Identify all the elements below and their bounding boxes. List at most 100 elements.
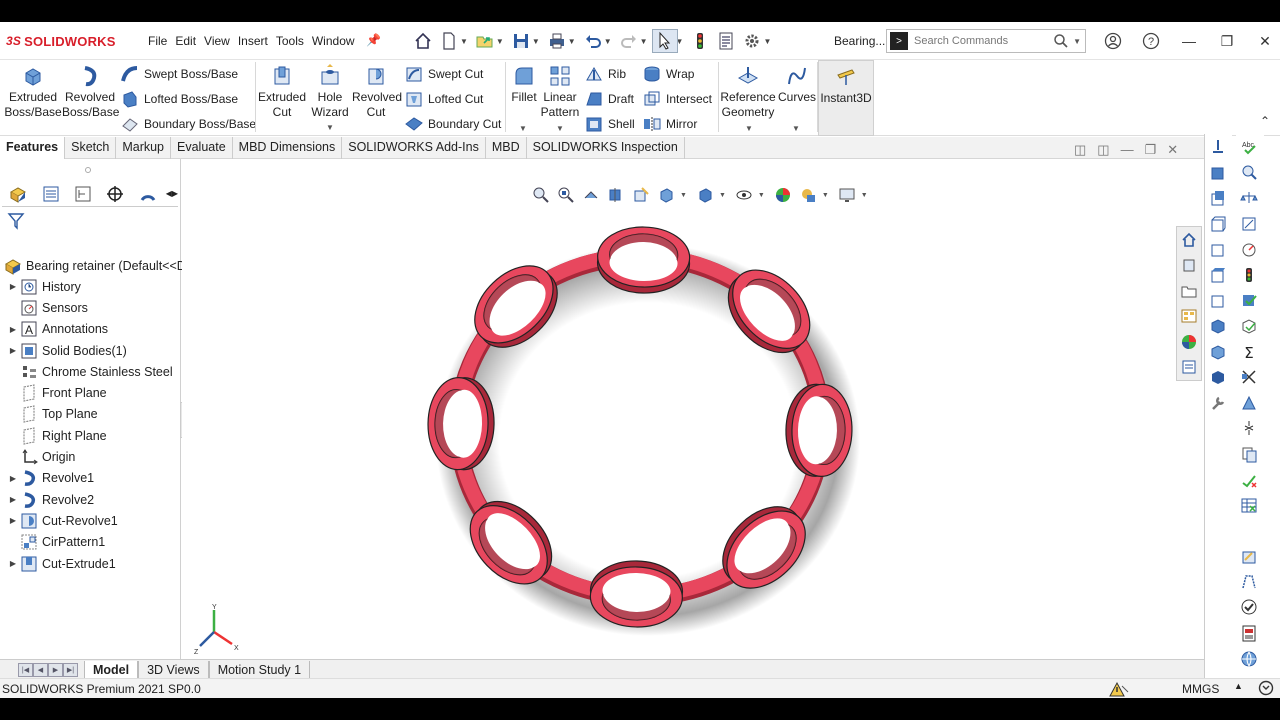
draft-button[interactable]: Draft (584, 89, 634, 109)
thickness-icon[interactable] (1236, 416, 1262, 442)
status-help-icon[interactable] (1258, 680, 1274, 696)
tree-item-history[interactable]: ▶ History (0, 276, 181, 297)
chevron-down-icon[interactable]: ▼ (519, 124, 527, 133)
tree-item-solid-bodies-1[interactable]: ▶ Solid Bodies(1) (0, 340, 181, 361)
file-explorer-icon[interactable] (1177, 278, 1201, 304)
tree-item-revolve2[interactable]: ▶ Revolve2 (0, 489, 181, 510)
linear-pattern-button[interactable]: Linear Pattern (540, 64, 580, 120)
sensor-icon[interactable] (1236, 236, 1262, 262)
hide-show-items-icon[interactable] (733, 185, 755, 205)
revolved-boss-base-button[interactable]: Revolved Boss/Base (62, 64, 119, 120)
zoom-to-fit-icon[interactable] (530, 185, 552, 205)
instant3d-button[interactable]: Instant3D (818, 60, 874, 136)
property-manager-tab-icon[interactable] (34, 182, 66, 206)
tree-item-cut-extrude1[interactable]: ▶ Cut-Extrude1 (0, 553, 181, 574)
custom-properties-icon[interactable] (1177, 355, 1201, 381)
search-commands-box[interactable]: > Search Commands ▼ (886, 29, 1086, 53)
tile-left-icon[interactable]: ◫ (1074, 142, 1086, 158)
tab-mbd-dimensions[interactable]: MBD Dimensions (233, 137, 343, 159)
import-diagnostics-icon[interactable] (1236, 544, 1262, 570)
view-left-icon[interactable] (1205, 211, 1231, 237)
view-top-icon[interactable] (1205, 262, 1231, 288)
tree-item-cirpattern1[interactable]: CirPattern1 (0, 532, 181, 553)
expand-arrow-icon[interactable]: ▶ (6, 346, 20, 355)
tree-item-chrome-stainless-steel[interactable]: Chrome Stainless Steel (0, 361, 181, 382)
section-properties-icon[interactable] (1236, 211, 1262, 237)
chevron-down-icon[interactable]: ▼ (758, 192, 765, 199)
swept-boss-base-button[interactable]: Swept Boss/Base (120, 64, 238, 84)
tree-root-item[interactable]: Bearing retainer (Default<<D (0, 255, 186, 276)
reference-geometry-button[interactable]: Reference Geometry (720, 64, 776, 120)
tree-item-right-plane[interactable]: Right Plane (0, 425, 181, 446)
menu-edit[interactable]: Edit (171, 34, 200, 48)
tab-motion-study-1[interactable]: Motion Study 1 (208, 660, 311, 679)
last-tab-icon[interactable]: ▶| (63, 662, 78, 677)
expand-arrow-icon[interactable]: ▶ (6, 559, 20, 568)
dimxpert-manager-tab-icon[interactable] (99, 182, 131, 206)
open-icon[interactable] (472, 29, 498, 53)
chevron-down-icon[interactable]: ▼ (680, 192, 687, 199)
view-settings-icon[interactable] (836, 185, 858, 205)
tab-features[interactable]: Features (0, 137, 66, 159)
redo-icon[interactable] (616, 29, 642, 53)
sketch-plane-icon[interactable] (1205, 134, 1231, 160)
solidworks-3dexperience-icon[interactable] (1236, 620, 1262, 646)
deviation-icon[interactable] (1236, 569, 1262, 595)
bearing-retainer-model[interactable] (420, 222, 860, 642)
solidworks-resources-icon[interactable] (1177, 227, 1201, 253)
mirror-button[interactable]: Mirror (642, 114, 697, 134)
collapse-ribbon-icon[interactable]: ⌃ (1260, 114, 1270, 128)
chevron-down-icon[interactable]: ▼ (556, 124, 564, 133)
rib-button[interactable]: Rib (584, 64, 626, 84)
search-icon[interactable] (1053, 33, 1069, 49)
expand-arrow-icon[interactable]: ▶ (6, 282, 20, 291)
fillet-button[interactable]: Fillet (508, 64, 540, 105)
extruded-boss-base-button[interactable]: Extruded Boss/Base (4, 64, 62, 120)
view-dimetric-icon[interactable] (1205, 364, 1231, 390)
view-front-icon[interactable] (1205, 160, 1231, 186)
geometry-analysis-icon[interactable] (1236, 313, 1262, 339)
panel-tabs-scroll-icon[interactable]: ◀▶ (166, 189, 178, 198)
units-selector[interactable]: MMGS (1182, 682, 1219, 696)
tree-item-revolve1[interactable]: ▶ Revolve1 (0, 468, 181, 489)
mass-properties-icon[interactable] (1236, 185, 1262, 211)
wrench-icon[interactable] (1205, 390, 1231, 416)
swept-cut-button[interactable]: Swept Cut (404, 64, 483, 84)
first-tab-icon[interactable]: |◀ (18, 662, 33, 677)
search-input[interactable]: Search Commands (914, 35, 1053, 47)
select-cursor-icon[interactable] (651, 29, 678, 53)
copy-settings-icon[interactable] (1236, 441, 1262, 467)
spelling-icon[interactable]: Abc (1236, 134, 1262, 160)
chevron-up-icon[interactable]: ▲ (1234, 681, 1243, 691)
globe-icon[interactable] (1236, 646, 1262, 672)
doc-minimize-button[interactable]: — (1121, 142, 1134, 158)
tab-model[interactable]: Model (84, 660, 139, 679)
undo-icon[interactable] (580, 29, 606, 53)
print-icon[interactable] (544, 29, 570, 53)
doc-close-button[interactable]: ✕ (1167, 142, 1178, 158)
boundary-cut-button[interactable]: Boundary Cut (404, 114, 501, 134)
chevron-down-icon[interactable]: ▼ (822, 192, 829, 199)
sigma-icon[interactable]: Σ (1236, 339, 1262, 365)
panel-grip[interactable] (85, 167, 91, 173)
next-tab-icon[interactable]: ▶ (48, 662, 63, 677)
expand-arrow-icon[interactable]: ▶ (6, 516, 20, 525)
display-manager-tab-icon[interactable] (131, 182, 163, 206)
tree-item-origin[interactable]: Origin (0, 446, 181, 467)
tree-item-annotations[interactable]: ▶ A Annotations (0, 319, 181, 340)
draft-analysis-icon[interactable] (1236, 390, 1262, 416)
tab-3d-views[interactable]: 3D Views (138, 660, 209, 679)
expand-arrow-icon[interactable]: ▶ (6, 474, 20, 483)
help-icon[interactable]: ? (1134, 30, 1168, 52)
home-icon[interactable] (410, 29, 436, 53)
tree-item-cut-revolve1[interactable]: ▶ Cut-Revolve1 (0, 510, 181, 531)
expand-arrow-icon[interactable]: ▶ (6, 495, 20, 504)
filter-icon[interactable] (6, 211, 26, 231)
appearances-icon[interactable] (1177, 329, 1201, 355)
lofted-boss-base-button[interactable]: Lofted Boss/Base (120, 89, 238, 109)
previous-view-icon[interactable] (580, 185, 602, 205)
tab-sketch[interactable]: Sketch (65, 137, 117, 159)
chevron-down-icon[interactable]: ▼ (1073, 37, 1081, 46)
tab-mbd[interactable]: MBD (486, 137, 527, 159)
zoom-to-area-icon[interactable] (555, 185, 577, 205)
